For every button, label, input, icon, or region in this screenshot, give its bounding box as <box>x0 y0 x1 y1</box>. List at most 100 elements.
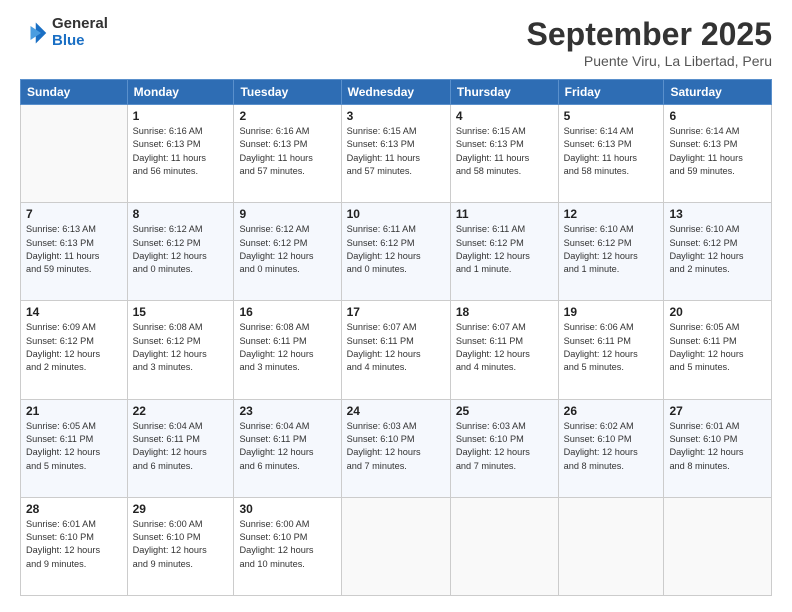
col-header-tuesday: Tuesday <box>234 80 341 105</box>
day-info: Sunrise: 6:08 AMSunset: 6:11 PMDaylight:… <box>239 321 335 374</box>
col-header-saturday: Saturday <box>664 80 772 105</box>
day-number: 10 <box>347 207 445 221</box>
day-info: Sunrise: 6:00 AMSunset: 6:10 PMDaylight:… <box>133 518 229 571</box>
day-info: Sunrise: 6:16 AMSunset: 6:13 PMDaylight:… <box>239 125 335 178</box>
day-cell: 12 Sunrise: 6:10 AMSunset: 6:12 PMDayligh… <box>558 203 664 301</box>
day-cell: 5 Sunrise: 6:14 AMSunset: 6:13 PMDaylight… <box>558 105 664 203</box>
day-info: Sunrise: 6:02 AMSunset: 6:10 PMDaylight:… <box>564 420 659 473</box>
col-header-monday: Monday <box>127 80 234 105</box>
day-cell: 29 Sunrise: 6:00 AMSunset: 6:10 PMDayligh… <box>127 497 234 595</box>
day-number: 9 <box>239 207 335 221</box>
day-cell: 1Sunrise: 6:16 AMSunset: 6:13 PMDaylight… <box>127 105 234 203</box>
day-cell: 23Sunrise: 6:04 AMSunset: 6:11 PMDayligh… <box>234 399 341 497</box>
day-number: 19 <box>564 305 659 319</box>
title-block: September 2025 Puente Viru, La Libertad,… <box>527 16 772 69</box>
day-cell: 28 Sunrise: 6:01 AMSunset: 6:10 PMDayligh… <box>21 497 128 595</box>
day-info: Sunrise: 6:04 AMSunset: 6:11 PMDaylight:… <box>133 420 229 473</box>
day-number: 5 <box>564 109 659 123</box>
day-number: 7 <box>26 207 122 221</box>
day-info: Sunrise: 6:04 AMSunset: 6:11 PMDaylight:… <box>239 420 335 473</box>
day-cell: 2 Sunrise: 6:16 AMSunset: 6:13 PMDaylight… <box>234 105 341 203</box>
day-info: Sunrise: 6:14 AMSunset: 6:13 PMDaylight:… <box>564 125 659 178</box>
day-number: 15 <box>133 305 229 319</box>
col-header-wednesday: Wednesday <box>341 80 450 105</box>
day-info: Sunrise: 6:10 AMSunset: 6:12 PMDaylight:… <box>669 223 766 276</box>
day-cell: 16 Sunrise: 6:08 AMSunset: 6:11 PMDayligh… <box>234 301 341 399</box>
day-cell: 19 Sunrise: 6:06 AMSunset: 6:11 PMDayligh… <box>558 301 664 399</box>
page: General Blue September 2025 Puente Viru,… <box>0 0 792 612</box>
day-number: 8 <box>133 207 229 221</box>
col-header-friday: Friday <box>558 80 664 105</box>
day-info: Sunrise: 6:15 AMSunset: 6:13 PMDaylight:… <box>456 125 553 178</box>
day-info: Sunrise: 6:11 AMSunset: 6:12 PMDaylight:… <box>347 223 445 276</box>
logo: General Blue <box>20 16 108 49</box>
week-row: 14Sunrise: 6:09 AMSunset: 6:12 PMDayligh… <box>21 301 772 399</box>
day-cell: 25Sunrise: 6:03 AMSunset: 6:10 PMDayligh… <box>450 399 558 497</box>
day-number: 27 <box>669 404 766 418</box>
day-number: 17 <box>347 305 445 319</box>
day-number: 30 <box>239 502 335 516</box>
col-header-thursday: Thursday <box>450 80 558 105</box>
day-info: Sunrise: 6:12 AMSunset: 6:12 PMDaylight:… <box>239 223 335 276</box>
day-cell: 6Sunrise: 6:14 AMSunset: 6:13 PMDaylight… <box>664 105 772 203</box>
location: Puente Viru, La Libertad, Peru <box>527 53 772 69</box>
col-header-sunday: Sunday <box>21 80 128 105</box>
day-cell: 22Sunrise: 6:04 AMSunset: 6:11 PMDayligh… <box>127 399 234 497</box>
day-cell: 9 Sunrise: 6:12 AMSunset: 6:12 PMDaylight… <box>234 203 341 301</box>
header: General Blue September 2025 Puente Viru,… <box>20 16 772 69</box>
day-cell: 20Sunrise: 6:05 AMSunset: 6:11 PMDayligh… <box>664 301 772 399</box>
day-info: Sunrise: 6:15 AMSunset: 6:13 PMDaylight:… <box>347 125 445 178</box>
day-number: 18 <box>456 305 553 319</box>
day-cell: 7 Sunrise: 6:13 AMSunset: 6:13 PMDaylight… <box>21 203 128 301</box>
day-number: 13 <box>669 207 766 221</box>
day-number: 3 <box>347 109 445 123</box>
month-title: September 2025 <box>527 16 772 53</box>
logo-icon <box>20 19 48 47</box>
day-info: Sunrise: 6:06 AMSunset: 6:11 PMDaylight:… <box>564 321 659 374</box>
day-number: 28 <box>26 502 122 516</box>
day-number: 20 <box>669 305 766 319</box>
day-number: 16 <box>239 305 335 319</box>
day-cell: 27Sunrise: 6:01 AMSunset: 6:10 PMDayligh… <box>664 399 772 497</box>
day-info: Sunrise: 6:12 AMSunset: 6:12 PMDaylight:… <box>133 223 229 276</box>
day-cell <box>341 497 450 595</box>
calendar: SundayMondayTuesdayWednesdayThursdayFrid… <box>20 79 772 596</box>
header-row: SundayMondayTuesdayWednesdayThursdayFrid… <box>21 80 772 105</box>
day-info: Sunrise: 6:01 AMSunset: 6:10 PMDaylight:… <box>26 518 122 571</box>
day-number: 21 <box>26 404 122 418</box>
week-row: 1Sunrise: 6:16 AMSunset: 6:13 PMDaylight… <box>21 105 772 203</box>
day-cell: 21 Sunrise: 6:05 AMSunset: 6:11 PMDayligh… <box>21 399 128 497</box>
day-info: Sunrise: 6:03 AMSunset: 6:10 PMDaylight:… <box>456 420 553 473</box>
day-info: Sunrise: 6:13 AMSunset: 6:13 PMDaylight:… <box>26 223 122 276</box>
day-info: Sunrise: 6:05 AMSunset: 6:11 PMDaylight:… <box>26 420 122 473</box>
day-cell: 26 Sunrise: 6:02 AMSunset: 6:10 PMDayligh… <box>558 399 664 497</box>
day-number: 2 <box>239 109 335 123</box>
day-number: 26 <box>564 404 659 418</box>
logo-general: General <box>52 16 108 33</box>
day-info: Sunrise: 6:03 AMSunset: 6:10 PMDaylight:… <box>347 420 445 473</box>
week-row: 28 Sunrise: 6:01 AMSunset: 6:10 PMDayligh… <box>21 497 772 595</box>
day-number: 29 <box>133 502 229 516</box>
day-info: Sunrise: 6:16 AMSunset: 6:13 PMDaylight:… <box>133 125 229 178</box>
day-cell: 30 Sunrise: 6:00 AMSunset: 6:10 PMDayligh… <box>234 497 341 595</box>
day-cell: 10 Sunrise: 6:11 AMSunset: 6:12 PMDayligh… <box>341 203 450 301</box>
day-cell: 17 Sunrise: 6:07 AMSunset: 6:11 PMDayligh… <box>341 301 450 399</box>
day-info: Sunrise: 6:00 AMSunset: 6:10 PMDaylight:… <box>239 518 335 571</box>
day-info: Sunrise: 6:07 AMSunset: 6:11 PMDaylight:… <box>347 321 445 374</box>
day-info: Sunrise: 6:07 AMSunset: 6:11 PMDaylight:… <box>456 321 553 374</box>
week-row: 7 Sunrise: 6:13 AMSunset: 6:13 PMDaylight… <box>21 203 772 301</box>
day-info: Sunrise: 6:11 AMSunset: 6:12 PMDaylight:… <box>456 223 553 276</box>
day-cell <box>558 497 664 595</box>
day-cell: 3 Sunrise: 6:15 AMSunset: 6:13 PMDaylight… <box>341 105 450 203</box>
day-number: 12 <box>564 207 659 221</box>
day-cell <box>450 497 558 595</box>
day-info: Sunrise: 6:10 AMSunset: 6:12 PMDaylight:… <box>564 223 659 276</box>
day-cell: 8 Sunrise: 6:12 AMSunset: 6:12 PMDaylight… <box>127 203 234 301</box>
day-info: Sunrise: 6:14 AMSunset: 6:13 PMDaylight:… <box>669 125 766 178</box>
day-number: 4 <box>456 109 553 123</box>
day-number: 11 <box>456 207 553 221</box>
day-cell: 11 Sunrise: 6:11 AMSunset: 6:12 PMDayligh… <box>450 203 558 301</box>
day-cell: 24Sunrise: 6:03 AMSunset: 6:10 PMDayligh… <box>341 399 450 497</box>
day-cell <box>664 497 772 595</box>
day-info: Sunrise: 6:08 AMSunset: 6:12 PMDaylight:… <box>133 321 229 374</box>
